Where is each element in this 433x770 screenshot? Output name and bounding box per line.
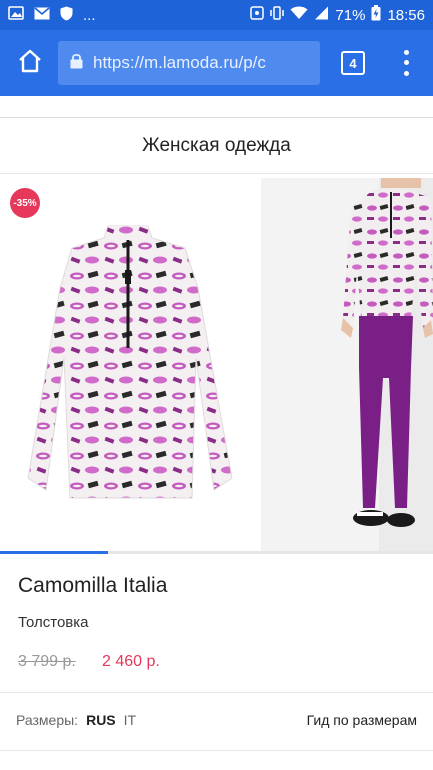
product-image-main[interactable]: -35%: [0, 178, 259, 553]
category-title-text: Женская одежда: [142, 134, 291, 156]
menu-dot-icon: [403, 49, 409, 55]
divider: [0, 750, 433, 751]
lock-icon: [70, 53, 83, 74]
wifi-icon: [290, 6, 308, 24]
vibrate-icon: [270, 6, 285, 24]
image-notification-icon: [8, 6, 24, 24]
divider: [0, 692, 433, 693]
brand-name[interactable]: Camomilla Italia: [18, 574, 167, 598]
mail-icon: [34, 6, 50, 24]
old-price: 3 799 р.: [18, 653, 76, 670]
signal-icon: [314, 6, 329, 24]
menu-dot-icon: [403, 60, 409, 66]
partial-header-row: [0, 96, 433, 118]
url-text: https://m.lamoda.ru/p/c: [93, 53, 266, 72]
nfc-icon: [250, 6, 265, 24]
gallery-progress: [0, 551, 433, 554]
size-guide-link[interactable]: Гид по размерам: [307, 712, 417, 728]
battery-percent: 71%: [335, 6, 366, 24]
home-icon: [17, 48, 43, 79]
size-system-rus[interactable]: RUS: [86, 712, 116, 728]
new-price: 2 460 р.: [102, 653, 160, 670]
size-system-it[interactable]: IT: [124, 712, 136, 728]
clock: 18:56: [387, 6, 425, 24]
discount-badge: -35%: [10, 188, 40, 218]
menu-dot-icon: [403, 71, 409, 77]
tab-switcher-button[interactable]: 4: [341, 51, 365, 75]
overflow-menu-button[interactable]: [394, 47, 418, 79]
tab-count: 4: [349, 55, 357, 71]
size-system-selector: Размеры: RUS IT: [16, 712, 136, 728]
battery-charging-icon: [371, 5, 381, 25]
sizes-label: Размеры:: [16, 712, 79, 728]
more-notifications: ...: [83, 6, 96, 24]
product-image-model[interactable]: [261, 178, 433, 553]
gallery-progress-fill: [0, 551, 109, 554]
home-button[interactable]: [4, 37, 56, 89]
product-gallery[interactable]: -35%: [0, 178, 433, 553]
address-bar[interactable]: https://m.lamoda.ru/p/c: [58, 41, 320, 85]
shield-icon: [60, 6, 73, 25]
browser-toolbar: https://m.lamoda.ru/p/c 4: [0, 30, 433, 96]
product-type: Толстовка: [18, 614, 89, 631]
status-bar: ... 71% 18:56: [0, 0, 433, 30]
category-title[interactable]: Женская одежда: [0, 118, 433, 174]
